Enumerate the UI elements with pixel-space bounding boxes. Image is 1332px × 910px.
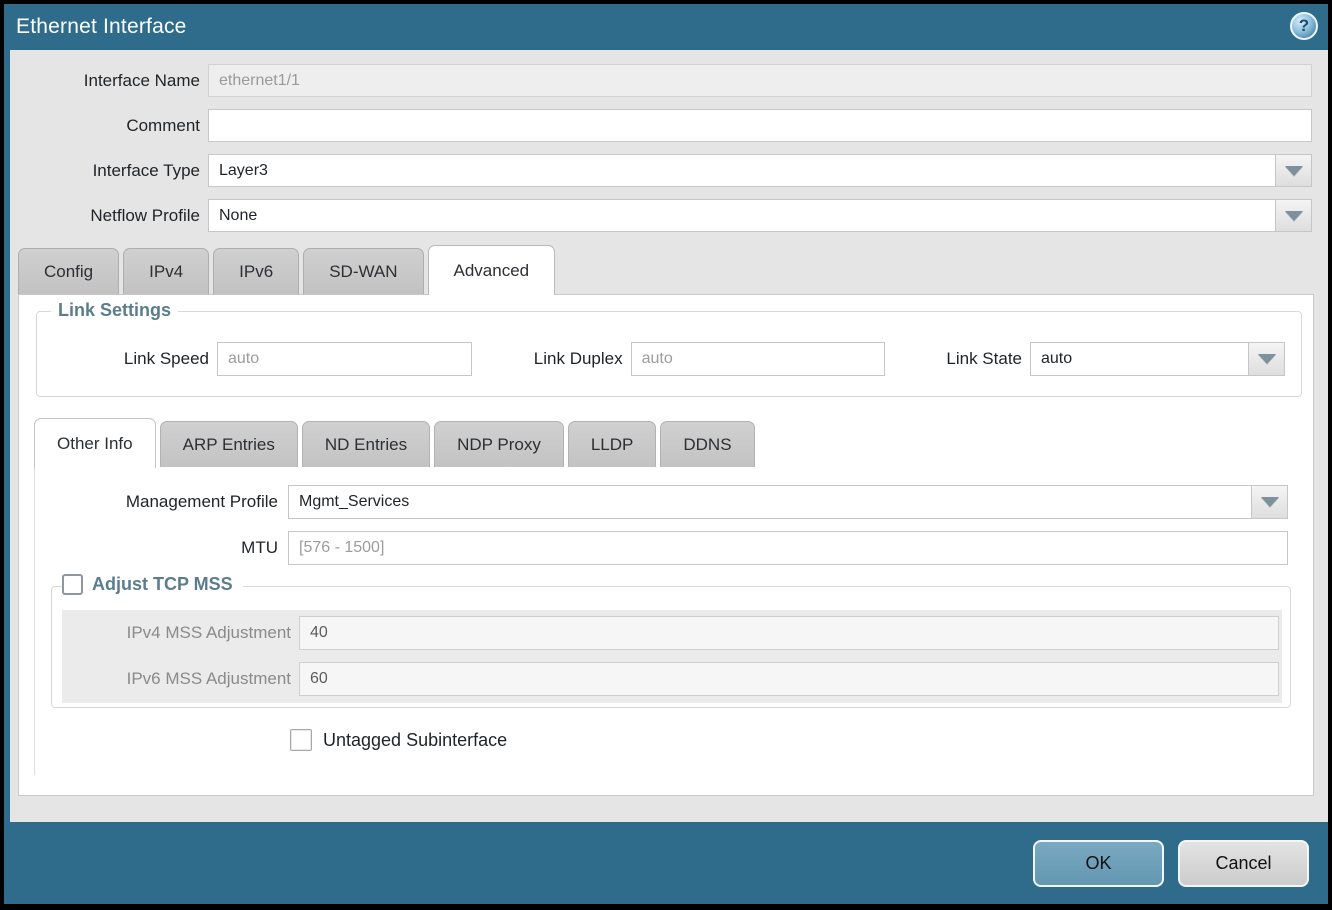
netflow-profile-label: Netflow Profile [10, 206, 200, 226]
link-settings-legend: Link Settings [51, 300, 178, 321]
interface-type-label: Interface Type [10, 161, 200, 181]
mtu-field[interactable] [288, 531, 1288, 565]
ipv6-mss-label: IPv6 MSS Adjustment [62, 669, 291, 689]
inner-tabstrip: Other Info ARP Entries ND Entries NDP Pr… [34, 417, 755, 467]
link-state-dropdown[interactable]: auto [1030, 342, 1285, 376]
tab-ipv6[interactable]: IPv6 [213, 248, 299, 294]
dialog-body: Interface Name Comment Interface Type La… [10, 50, 1328, 822]
advanced-tab-panel: Link Settings Link Speed Link Duplex Lin… [18, 294, 1314, 796]
interface-name-label: Interface Name [10, 71, 200, 91]
tab-ddns[interactable]: DDNS [660, 421, 754, 467]
ipv4-mss-row: IPv4 MSS Adjustment [62, 616, 1282, 650]
management-profile-dropdown-button[interactable] [1251, 486, 1287, 518]
adjust-tcp-mss-fieldset: Adjust TCP MSS IPv4 MSS Adjustment IPv6 … [51, 586, 1291, 708]
chevron-down-icon [1261, 497, 1279, 507]
link-settings-row: Link Speed Link Duplex Link State auto [37, 312, 1301, 396]
ipv6-mss-row: IPv6 MSS Adjustment [62, 662, 1282, 696]
comment-row: Comment [10, 109, 1312, 142]
netflow-profile-dropdown[interactable]: None [208, 199, 1312, 232]
tab-config[interactable]: Config [18, 248, 119, 294]
mss-disabled-area: IPv4 MSS Adjustment IPv6 MSS Adjustment [62, 610, 1282, 703]
help-icon[interactable]: ? [1290, 12, 1318, 40]
management-profile-value: Mgmt_Services [289, 486, 1251, 518]
link-settings-fieldset: Link Settings Link Speed Link Duplex Lin… [36, 311, 1302, 397]
tab-sdwan[interactable]: SD-WAN [303, 248, 423, 294]
adjust-tcp-mss-legend-text: Adjust TCP MSS [92, 574, 233, 595]
tab-ndp-proxy[interactable]: NDP Proxy [434, 421, 564, 467]
interface-type-dropdown-button[interactable] [1275, 155, 1311, 186]
link-state-dropdown-button[interactable] [1248, 343, 1284, 375]
interface-name-row: Interface Name [10, 64, 1312, 97]
link-speed-label: Link Speed [41, 349, 209, 369]
ipv4-mss-field [299, 616, 1279, 650]
netflow-profile-dropdown-button[interactable] [1275, 200, 1311, 231]
link-state-label: Link State [946, 349, 1022, 369]
mtu-label: MTU [19, 538, 278, 558]
untagged-subinterface-row: Untagged Subinterface [290, 729, 507, 751]
tab-arp-entries[interactable]: ARP Entries [160, 421, 298, 467]
link-state-value: auto [1031, 343, 1248, 375]
link-duplex-label: Link Duplex [534, 349, 623, 369]
ipv4-mss-label: IPv4 MSS Adjustment [62, 623, 291, 643]
top-form: Interface Name Comment Interface Type La… [10, 50, 1328, 232]
tab-ipv4[interactable]: IPv4 [123, 248, 209, 294]
interface-type-row: Interface Type Layer3 [10, 154, 1312, 187]
dialog-title: Ethernet Interface [16, 15, 187, 39]
mtu-row: MTU [19, 531, 1315, 565]
link-duplex-field[interactable] [631, 342, 885, 376]
screen: Ethernet Interface ? Interface Name Comm… [0, 0, 1332, 910]
adjust-tcp-mss-legend: Adjust TCP MSS [62, 574, 243, 595]
interface-name-field [208, 64, 1312, 97]
untagged-subinterface-checkbox[interactable] [290, 729, 312, 751]
tab-advanced[interactable]: Advanced [428, 245, 556, 295]
interface-type-dropdown[interactable]: Layer3 [208, 154, 1312, 187]
interface-type-value: Layer3 [209, 155, 1275, 186]
comment-field[interactable] [208, 109, 1312, 142]
dialog-titlebar: Ethernet Interface ? [4, 4, 1328, 50]
tab-other-info[interactable]: Other Info [34, 418, 156, 468]
cancel-button[interactable]: Cancel [1178, 840, 1309, 887]
ipv6-mss-field [299, 662, 1279, 696]
tab-lldp[interactable]: LLDP [568, 421, 657, 467]
dialog-footer: OK Cancel [4, 822, 1328, 904]
chevron-down-icon [1258, 354, 1276, 364]
tab-nd-entries[interactable]: ND Entries [302, 421, 430, 467]
netflow-profile-value: None [209, 200, 1275, 231]
management-profile-row: Management Profile Mgmt_Services [19, 485, 1315, 519]
chevron-down-icon [1285, 211, 1303, 221]
ethernet-interface-dialog: Ethernet Interface ? Interface Name Comm… [4, 4, 1328, 904]
untagged-subinterface-label: Untagged Subinterface [323, 730, 507, 751]
ok-button[interactable]: OK [1033, 840, 1164, 887]
netflow-profile-row: Netflow Profile None [10, 199, 1312, 232]
management-profile-dropdown[interactable]: Mgmt_Services [288, 485, 1288, 519]
adjust-tcp-mss-checkbox[interactable] [62, 574, 83, 595]
comment-label: Comment [10, 116, 200, 136]
main-tabstrip: Config IPv4 IPv6 SD-WAN Advanced [18, 244, 1328, 294]
link-speed-field[interactable] [217, 342, 472, 376]
management-profile-label: Management Profile [19, 492, 278, 512]
chevron-down-icon [1285, 166, 1303, 176]
